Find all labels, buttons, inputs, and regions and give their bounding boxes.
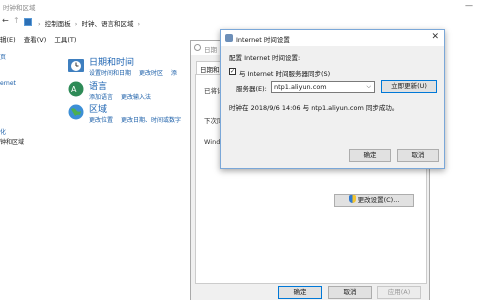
category-title[interactable]: 区域: [89, 102, 107, 115]
dialog-heading: 配置 Internet 时间设置:: [229, 54, 301, 62]
clock-icon: [68, 59, 84, 72]
server-label: 服务器(E):: [236, 85, 267, 93]
sidebar-item-internet[interactable]: ernet: [0, 80, 16, 87]
internet-time-dialog: Internet 时间设置 ✕ 配置 Internet 时间设置: ✓ 与 In…: [220, 29, 445, 169]
address-bar: ← ↑ › 控制面板 › 时钟、语言和区域 ›: [0, 15, 480, 29]
cancel-button[interactable]: 取消: [397, 149, 439, 162]
sidebar-item-clock-region[interactable]: 钟和区域: [0, 137, 24, 146]
breadcrumb-item[interactable]: 时钟、语言和区域: [81, 20, 133, 28]
menu-item-edit[interactable]: 辑(E): [0, 36, 16, 44]
server-select[interactable]: ntp1.aliyun.com ⌵: [271, 81, 375, 93]
menu-bar: 辑(E) 查看(V) 工具(T): [0, 34, 82, 46]
sync-checkbox-label[interactable]: 与 Internet 时间服务器同步(S): [239, 68, 330, 78]
svg-text:A: A: [71, 85, 77, 94]
title-bar: Internet 时间设置 ✕: [221, 30, 444, 46]
dialog-title: Internet 时间设置: [236, 36, 290, 44]
dialog-title: 日期: [204, 46, 217, 54]
breadcrumb: › 控制面板 › 时钟、语言和区域 ›: [38, 20, 141, 28]
link-change-location[interactable]: 更改位置: [89, 117, 113, 124]
update-now-button[interactable]: 立即更新(U): [381, 80, 437, 93]
chevron-down-icon[interactable]: ⌵: [366, 82, 371, 92]
window-title: 时钟和区域: [3, 4, 36, 12]
control-panel-icon: [24, 18, 32, 26]
close-icon[interactable]: ✕: [431, 32, 439, 42]
sync-checkbox[interactable]: ✓: [229, 68, 236, 75]
link-add-language[interactable]: 添加语言: [89, 94, 113, 101]
minimize-icon[interactable]: —: [465, 1, 473, 10]
cancel-button[interactable]: 取消: [328, 286, 372, 299]
globe-icon: [68, 104, 84, 120]
link-change-formats[interactable]: 更改日期、时间或数字: [121, 117, 181, 124]
breadcrumb-item[interactable]: 控制面板: [45, 20, 71, 28]
menu-item-view[interactable]: 查看(V): [24, 36, 47, 44]
clock-icon: [194, 44, 201, 51]
ok-button[interactable]: 确定: [278, 286, 322, 299]
title-bar: 时钟和区域 —: [0, 0, 480, 14]
link-add-clock[interactable]: 添: [171, 70, 177, 77]
category-links: 添加语言 更改输入法: [89, 92, 157, 101]
sidebar-item-personalize[interactable]: 化: [0, 127, 6, 136]
category-links: 设置时间和日期 更改时区 添: [89, 68, 183, 77]
language-icon: A: [68, 81, 84, 97]
link-change-input[interactable]: 更改输入法: [121, 94, 151, 101]
menu-item-tools[interactable]: 工具(T): [54, 36, 76, 44]
server-value: ntp1.aliyun.com: [274, 83, 327, 91]
change-settings-button[interactable]: 更改设置(C)...: [334, 194, 414, 207]
category-title[interactable]: 日期和时间: [89, 55, 134, 68]
link-change-timezone[interactable]: 更改时区: [139, 70, 163, 77]
up-arrow-icon[interactable]: ↑: [13, 16, 20, 25]
link-set-time-date[interactable]: 设置时间和日期: [89, 70, 131, 77]
clock-icon: [225, 34, 233, 42]
back-arrow-icon[interactable]: ←: [2, 16, 9, 25]
sync-result-text: 时钟在 2018/9/6 14:06 与 ntp1.aliyun.com 同步成…: [229, 104, 399, 112]
sidebar-item-home[interactable]: 页: [0, 52, 6, 61]
button-label: 更改设置(C)...: [357, 196, 400, 204]
category-title[interactable]: 语言: [89, 79, 107, 92]
shield-icon: [348, 195, 356, 203]
ok-button[interactable]: 确定: [349, 149, 391, 162]
category-links: 更改位置 更改日期、时间或数字: [89, 115, 187, 124]
apply-button[interactable]: 应用(A): [377, 286, 421, 299]
